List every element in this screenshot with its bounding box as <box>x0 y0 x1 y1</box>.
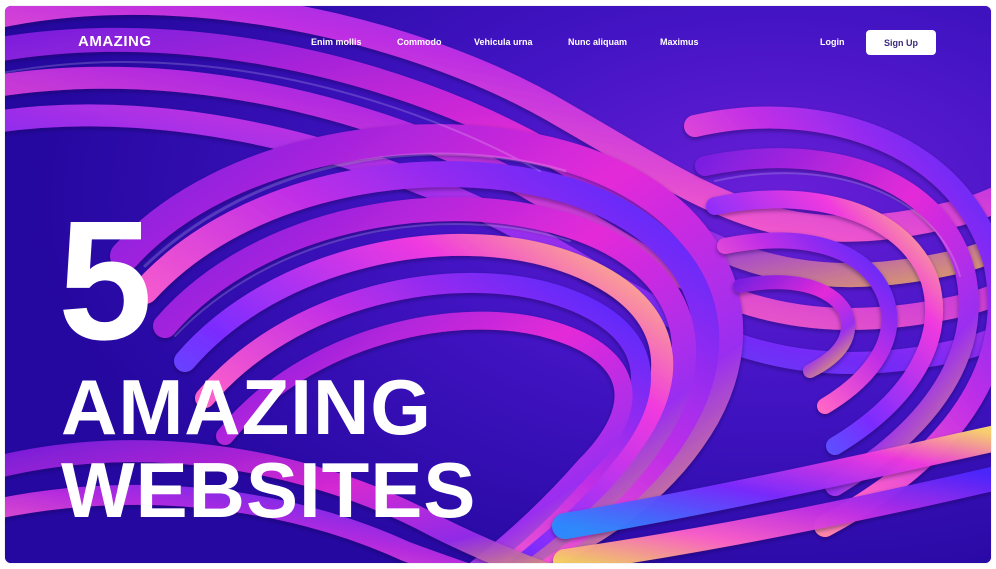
nav-link-nunc-aliquam[interactable]: Nunc aliquam <box>568 37 627 47</box>
nav-link-commodo[interactable]: Commodo <box>397 37 442 47</box>
nav-link-enim-mollis[interactable]: Enim mollis <box>311 37 362 47</box>
top-navigation: AMAZING Enim mollis Commodo Vehicula urn… <box>5 6 991 78</box>
hero-line-1: AMAZING <box>61 363 432 451</box>
nav-link-maximus[interactable]: Maximus <box>660 37 699 47</box>
signup-button[interactable]: Sign Up <box>866 30 936 55</box>
hero-number: 5 <box>58 186 153 376</box>
nav-link-vehicula-urna[interactable]: Vehicula urna <box>474 37 533 47</box>
login-link[interactable]: Login <box>820 37 845 47</box>
landing-page: AMAZING Enim mollis Commodo Vehicula urn… <box>5 6 991 563</box>
hero-line-2: WEBSITES <box>61 446 477 534</box>
